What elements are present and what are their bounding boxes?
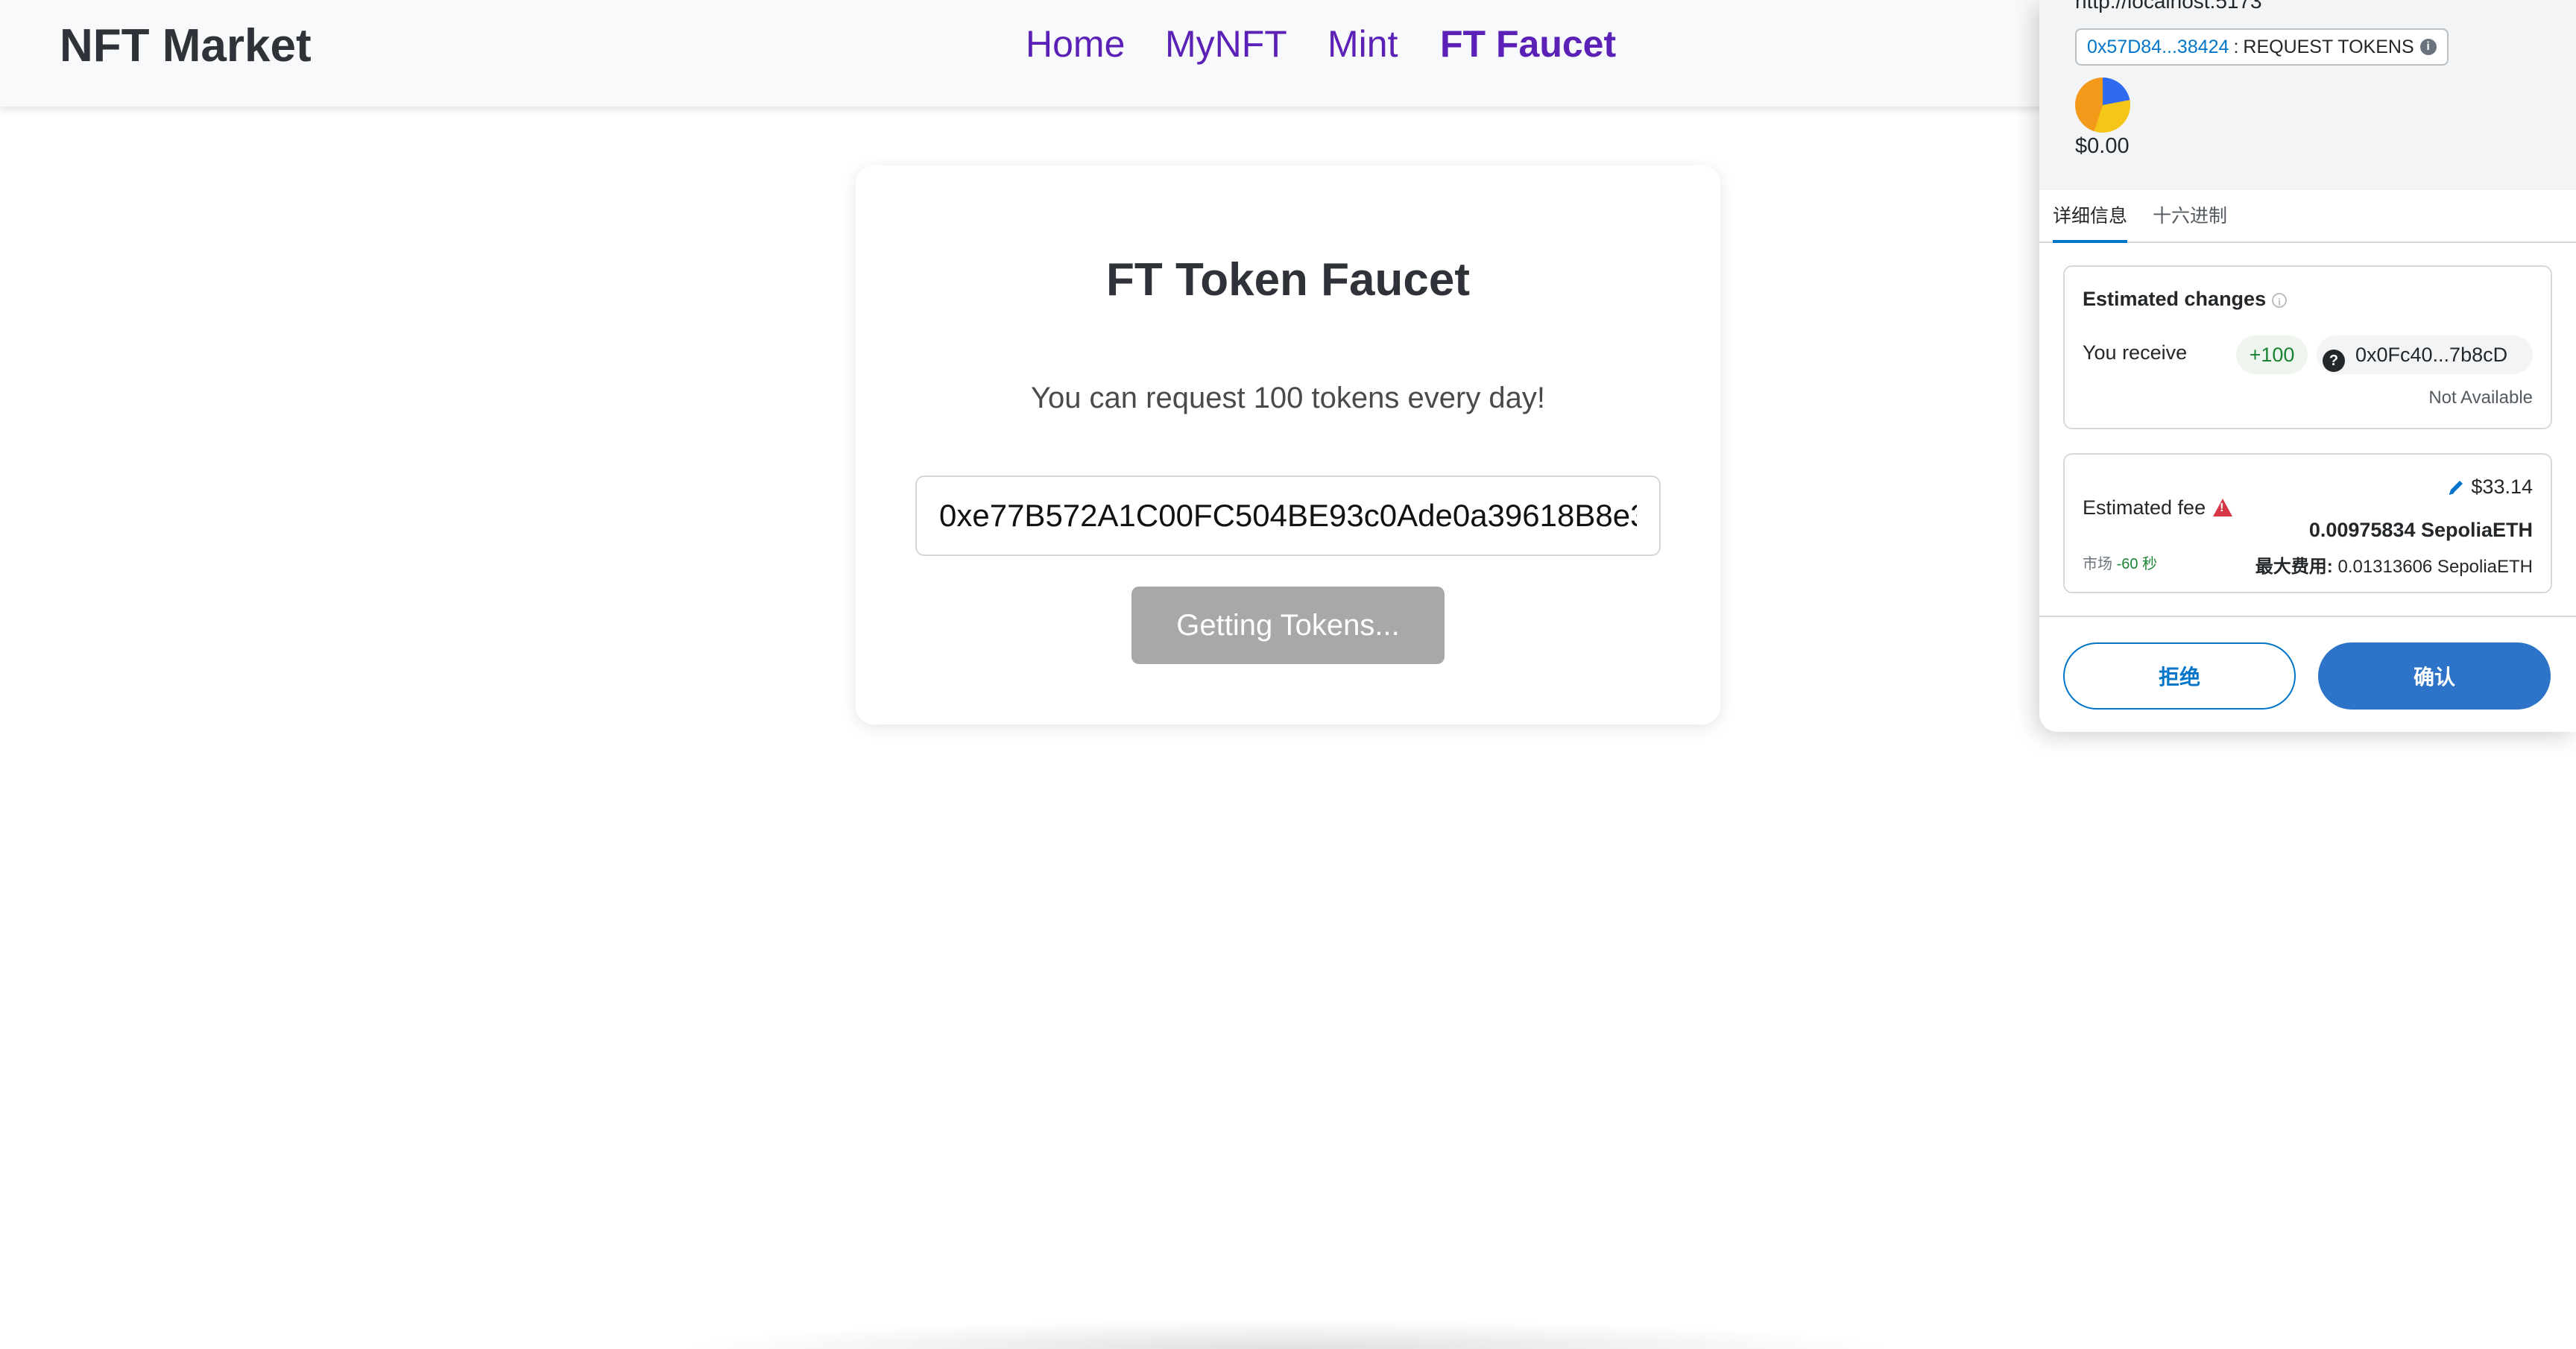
- method-name: REQUEST TOKENS: [2243, 36, 2414, 57]
- wallet-tabs: 详细信息 十六进制: [2039, 192, 2576, 243]
- account-avatar: [2075, 78, 2130, 133]
- receive-amount-badge: +100: [2236, 335, 2308, 374]
- edit-pen-icon[interactable]: [2447, 478, 2465, 496]
- estimated-fee-box: $33.14 Estimated fee 0.00975834 SepoliaE…: [2063, 453, 2552, 593]
- estimated-changes-title: Estimated changes i: [2083, 288, 2288, 311]
- info-icon[interactable]: i: [2272, 292, 2288, 308]
- fee-eth-amount: 0.00975834 SepoliaETH: [2308, 519, 2533, 541]
- info-icon[interactable]: i: [2419, 39, 2437, 55]
- account-value: $0.00: [2075, 134, 2130, 158]
- tab-hex[interactable]: 十六进制: [2153, 201, 2227, 240]
- address-input[interactable]: [915, 476, 1661, 556]
- brand-logo[interactable]: NFT Market: [60, 19, 312, 72]
- divider: [2039, 616, 2576, 617]
- nav-link-ft-faucet[interactable]: FT Faucet: [1440, 22, 1616, 66]
- get-tokens-button[interactable]: Getting Tokens...: [1131, 587, 1445, 664]
- receive-label: You receive: [2083, 341, 2188, 364]
- contract-address[interactable]: 0x57D84...38424: [2087, 37, 2229, 58]
- max-fee: 最大费用: 0.01313606 SepoliaETH: [2255, 557, 2533, 577]
- warning-icon[interactable]: [2213, 499, 2233, 516]
- reject-button[interactable]: 拒绝: [2063, 642, 2296, 710]
- faucet-description: You can request 100 tokens every day!: [1030, 382, 1546, 414]
- tab-details[interactable]: 详细信息: [2053, 201, 2128, 243]
- token-status: Not Available: [2428, 388, 2533, 408]
- market-speed[interactable]: 市场 -60 秒: [2083, 552, 2157, 573]
- wallet-popup: http://localhost:5173 0x57D84...38424 : …: [2039, 0, 2576, 732]
- bottom-shadow: [671, 1319, 1901, 1349]
- faucet-card: FT Token Faucet You can request 100 toke…: [856, 165, 1720, 724]
- wallet-header: http://localhost:5173 0x57D84...38424 : …: [2039, 0, 2576, 190]
- method-separator: :: [2233, 36, 2239, 57]
- token-pill[interactable]: ? 0x0Fc40...7b8cD: [2317, 335, 2533, 374]
- nav-link-mynft[interactable]: MyNFT: [1165, 22, 1287, 66]
- nav-link-home[interactable]: Home: [1026, 22, 1125, 66]
- page-title: FT Token Faucet: [1105, 254, 1470, 306]
- contract-method-chip[interactable]: 0x57D84...38424 : REQUEST TOKENS i: [2075, 28, 2449, 66]
- fee-fiat[interactable]: $33.14: [2447, 476, 2533, 499]
- confirm-button[interactable]: 确认: [2318, 642, 2551, 710]
- request-origin: http://localhost:5173: [2075, 0, 2262, 13]
- nav-link-mint[interactable]: Mint: [1328, 22, 1398, 66]
- token-address: 0x0Fc40...7b8cD: [2355, 344, 2508, 366]
- unknown-token-icon: ?: [2323, 350, 2345, 372]
- fee-label: Estimated fee: [2083, 496, 2233, 519]
- estimated-changes-box: Estimated changes i You receive +100 ? 0x0…: [2063, 265, 2552, 429]
